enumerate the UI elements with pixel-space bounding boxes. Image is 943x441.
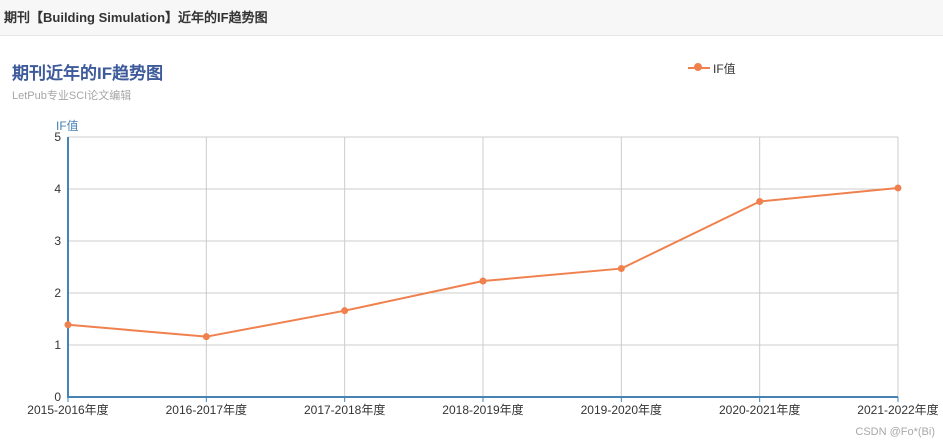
y-tick-label: 4	[54, 182, 61, 196]
x-tick-label: 2015-2016年度	[27, 402, 108, 417]
y-tick-label: 3	[54, 234, 61, 248]
data-point	[202, 333, 210, 341]
data-point	[64, 321, 72, 329]
data-point	[894, 184, 902, 192]
data-point	[756, 197, 764, 205]
x-tick-label: 2017-2018年度	[304, 402, 385, 417]
data-point	[341, 307, 349, 315]
x-tick-label: 2019-2020年度	[581, 402, 662, 417]
data-point	[479, 277, 487, 285]
y-tick-label: 0	[54, 390, 61, 404]
line-chart: 0123452015-2016年度 2016-2017年度 2017-2018年度 2…	[27, 118, 938, 417]
y-axis-label: IF值	[56, 118, 79, 133]
y-tick-label: 2	[54, 286, 61, 300]
x-tick-label: 2021-2022年度	[857, 402, 938, 417]
watermark: CSDN @Fo*(Bi)	[855, 426, 935, 438]
x-tick-label: 2018-2019年度	[442, 402, 523, 417]
x-tick-label: 2020-2021年度	[719, 402, 800, 417]
data-point	[617, 265, 625, 273]
y-tick-label: 1	[54, 338, 61, 352]
x-tick-label: 2016-2017年度	[166, 402, 247, 417]
